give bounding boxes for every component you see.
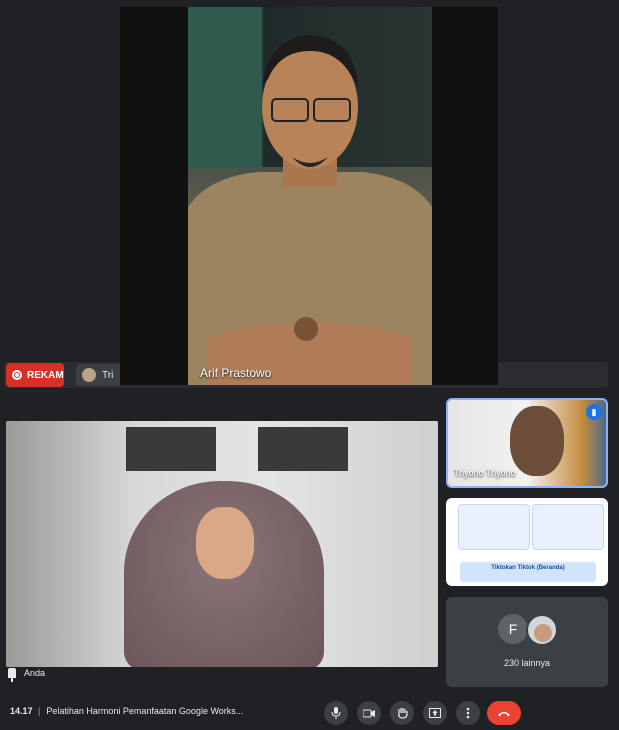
more-options-button[interactable] — [456, 701, 480, 725]
others-count: 230 lainnya — [503, 658, 551, 668]
pinned-video-overlay[interactable]: Arif Prastowo — [120, 7, 498, 385]
microphone-button[interactable] — [324, 701, 348, 725]
pin-icon[interactable] — [8, 668, 16, 682]
camera-icon — [363, 709, 375, 717]
speaking-indicator-icon: ▮ — [586, 404, 602, 420]
participant-name: Triyono Triyono — [454, 468, 516, 478]
record-label: REKAM — [27, 369, 64, 381]
speaker-figure — [188, 35, 432, 385]
end-call-button[interactable] — [487, 701, 521, 725]
presenter-chip[interactable]: Tri — [76, 364, 124, 386]
raise-hand-button[interactable] — [390, 701, 414, 725]
participant-avatar-f: F — [498, 614, 528, 644]
presenter-avatar — [82, 368, 96, 382]
self-name: Anda — [24, 668, 46, 678]
camera-button[interactable] — [357, 701, 381, 725]
self-video-tile[interactable] — [6, 421, 438, 667]
presenter-name: Tri — [102, 369, 114, 381]
meeting-title-text: Pelatihan Harmoni Pemanfaatan Google Wor… — [46, 706, 244, 716]
slide-banner: Tiktokan Tiktok (Beranda) — [460, 562, 596, 582]
screen-share-tile[interactable]: Tiktokan Tiktok (Beranda) — [446, 498, 608, 586]
participant-face — [196, 507, 254, 579]
wall-frame — [126, 427, 216, 471]
microphone-icon — [331, 707, 341, 719]
hand-icon — [397, 708, 408, 719]
slide-card — [458, 504, 530, 550]
clock: 14.17 — [10, 706, 33, 716]
title-separator: | — [38, 706, 41, 716]
pinned-participant-name: Arif Prastowo — [200, 366, 272, 380]
participant-avatar-photo — [526, 614, 558, 646]
others-tile[interactable]: F 230 lainnya — [446, 597, 608, 687]
record-button[interactable]: REKAM — [6, 363, 64, 387]
slide-card — [532, 504, 604, 550]
present-screen-icon — [429, 708, 441, 718]
participant-head — [510, 406, 564, 476]
participant-tile-active[interactable]: ▮ Triyono Triyono — [446, 398, 608, 488]
more-vert-icon — [466, 707, 470, 719]
self-label-row: Anda — [8, 666, 46, 682]
record-icon — [12, 370, 22, 380]
hang-up-icon — [498, 711, 510, 716]
present-button[interactable] — [423, 701, 447, 725]
meeting-title: | Pelatihan Harmoni Pemanfaatan Google Wo… — [38, 706, 243, 716]
wall-frame — [258, 427, 348, 471]
